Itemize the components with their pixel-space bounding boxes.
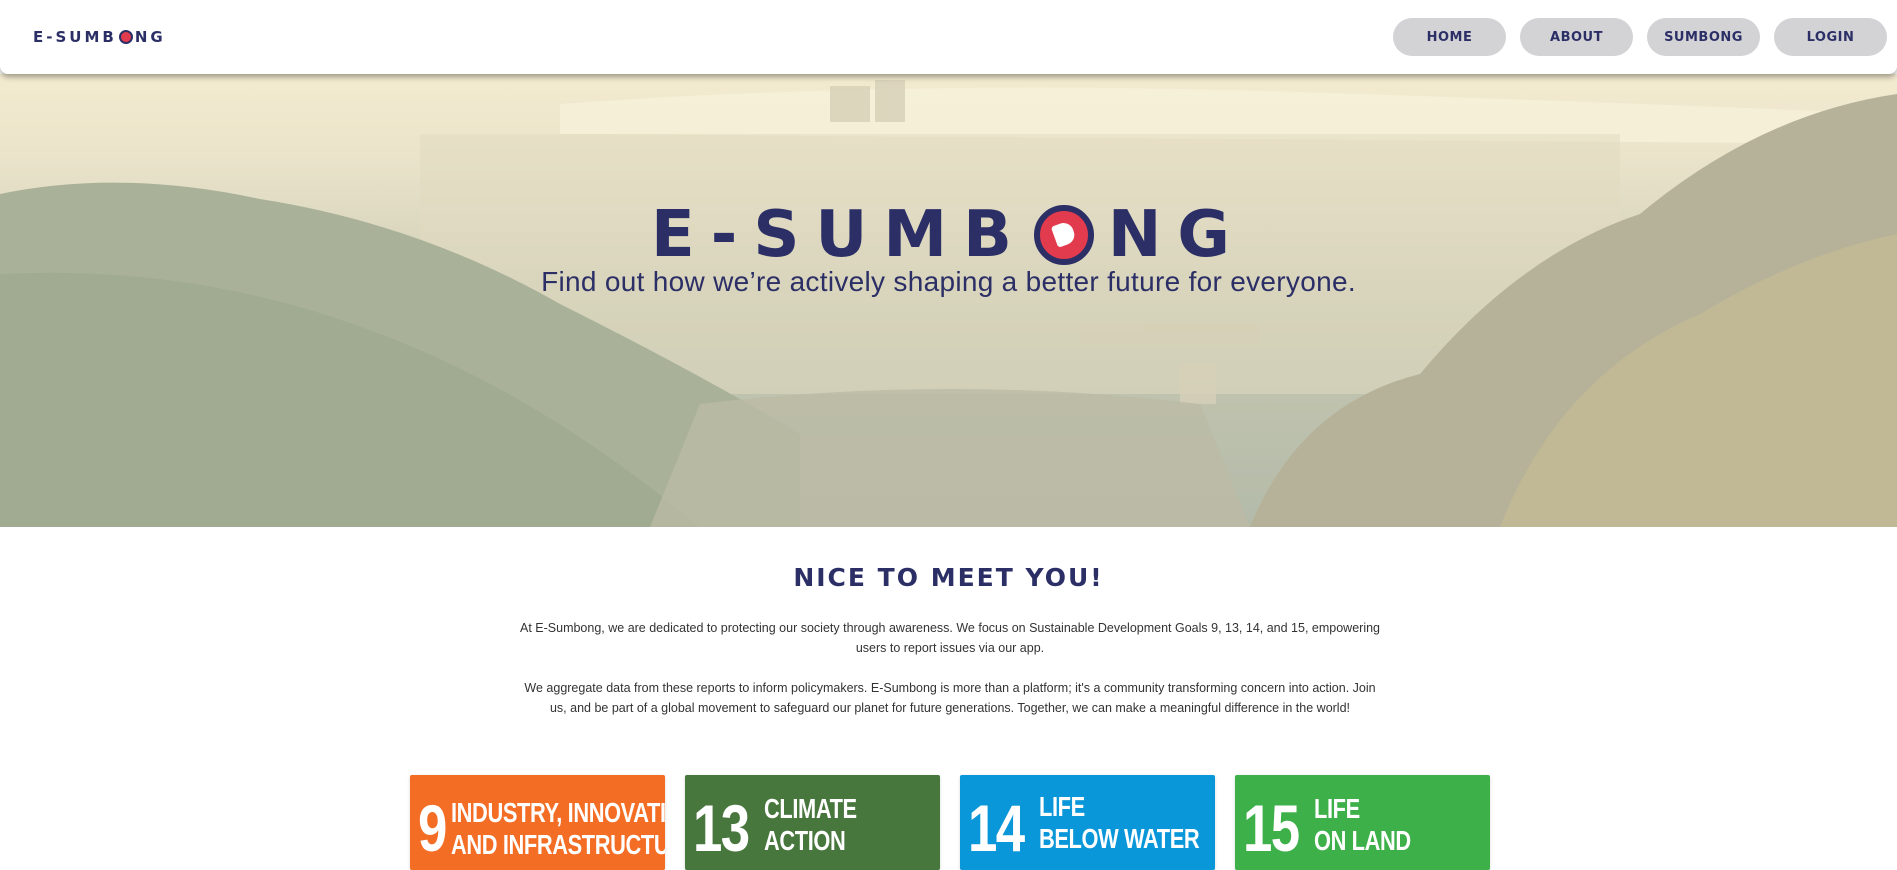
sdg-number: 9 bbox=[418, 791, 447, 865]
brand-text-start: E-SUMB bbox=[33, 28, 117, 46]
sdg-card-9[interactable]: 9 INDUSTRY, INNOVATION AND INFRASTRUCTUR… bbox=[410, 775, 665, 870]
hero-overlay bbox=[0, 74, 1897, 527]
sdg-label-line-2: ON LAND bbox=[1314, 825, 1412, 856]
sdg-number: 15 bbox=[1243, 791, 1300, 865]
nav-login-button[interactable]: LOGIN bbox=[1774, 18, 1887, 56]
sdg-label-line-2: ACTION bbox=[764, 825, 846, 856]
hero-logo-text-end: NG bbox=[1107, 198, 1246, 272]
nav-about-button[interactable]: ABOUT bbox=[1520, 18, 1633, 56]
sdg-label: INDUSTRY, INNOVATION AND INFRASTRUCTURE bbox=[451, 797, 665, 861]
hero-logo: E-SUMB NG bbox=[0, 198, 1897, 272]
megaphone-emblem-icon bbox=[1033, 205, 1094, 265]
hero-logo-text-start: E-SUMB bbox=[651, 198, 1028, 272]
sdg-label: CLIMATE ACTION bbox=[764, 793, 857, 857]
sdg-label-line-2: AND INFRASTRUCTURE bbox=[450, 829, 665, 860]
sdg-cards: 9 INDUSTRY, INNOVATION AND INFRASTRUCTUR… bbox=[410, 775, 1490, 870]
main-nav: HOME ABOUT SUMBONG LOGIN bbox=[1393, 18, 1887, 56]
about-heading: NICE TO MEET YOU! bbox=[793, 563, 1104, 592]
sdg-label-line-1: LIFE bbox=[1039, 791, 1086, 822]
brand-text-end: NG bbox=[134, 28, 166, 46]
about-paragraph-1: At E-Sumbong, we are dedicated to protec… bbox=[520, 621, 1380, 655]
sdg-label-line-1: CLIMATE bbox=[764, 793, 858, 824]
sdg-card-13[interactable]: 13 CLIMATE ACTION bbox=[685, 775, 940, 870]
nav-sumbong-button[interactable]: SUMBONG bbox=[1647, 18, 1760, 56]
about-paragraph-2: We aggregate data from these reports to … bbox=[524, 681, 1376, 715]
sdg-label-line-1: LIFE bbox=[1314, 793, 1361, 824]
sdg-number: 14 bbox=[968, 791, 1025, 865]
sdg-label-line-2: BELOW WATER bbox=[1039, 823, 1200, 854]
sdg-label-line-1: INDUSTRY, INNOVATION bbox=[450, 797, 665, 828]
sdg-card-14[interactable]: 14 LIFE BELOW WATER bbox=[960, 775, 1215, 870]
top-navbar: E-SUMB NG HOME ABOUT SUMBONG LOGIN bbox=[0, 0, 1897, 74]
hero-tagline: Find out how we’re actively shaping a be… bbox=[541, 266, 1356, 297]
sdg-label: LIFE ON LAND bbox=[1314, 793, 1411, 857]
brand-logo[interactable]: E-SUMB NG bbox=[33, 27, 166, 47]
sdg-number: 13 bbox=[693, 791, 750, 865]
sdg-card-15[interactable]: 15 LIFE ON LAND bbox=[1235, 775, 1490, 870]
hero-banner: E-SUMB NG Find out how we’re actively sha… bbox=[0, 74, 1897, 527]
megaphone-logo-icon bbox=[118, 30, 133, 44]
sdg-label: LIFE BELOW WATER bbox=[1039, 791, 1200, 855]
nav-home-button[interactable]: HOME bbox=[1393, 18, 1506, 56]
